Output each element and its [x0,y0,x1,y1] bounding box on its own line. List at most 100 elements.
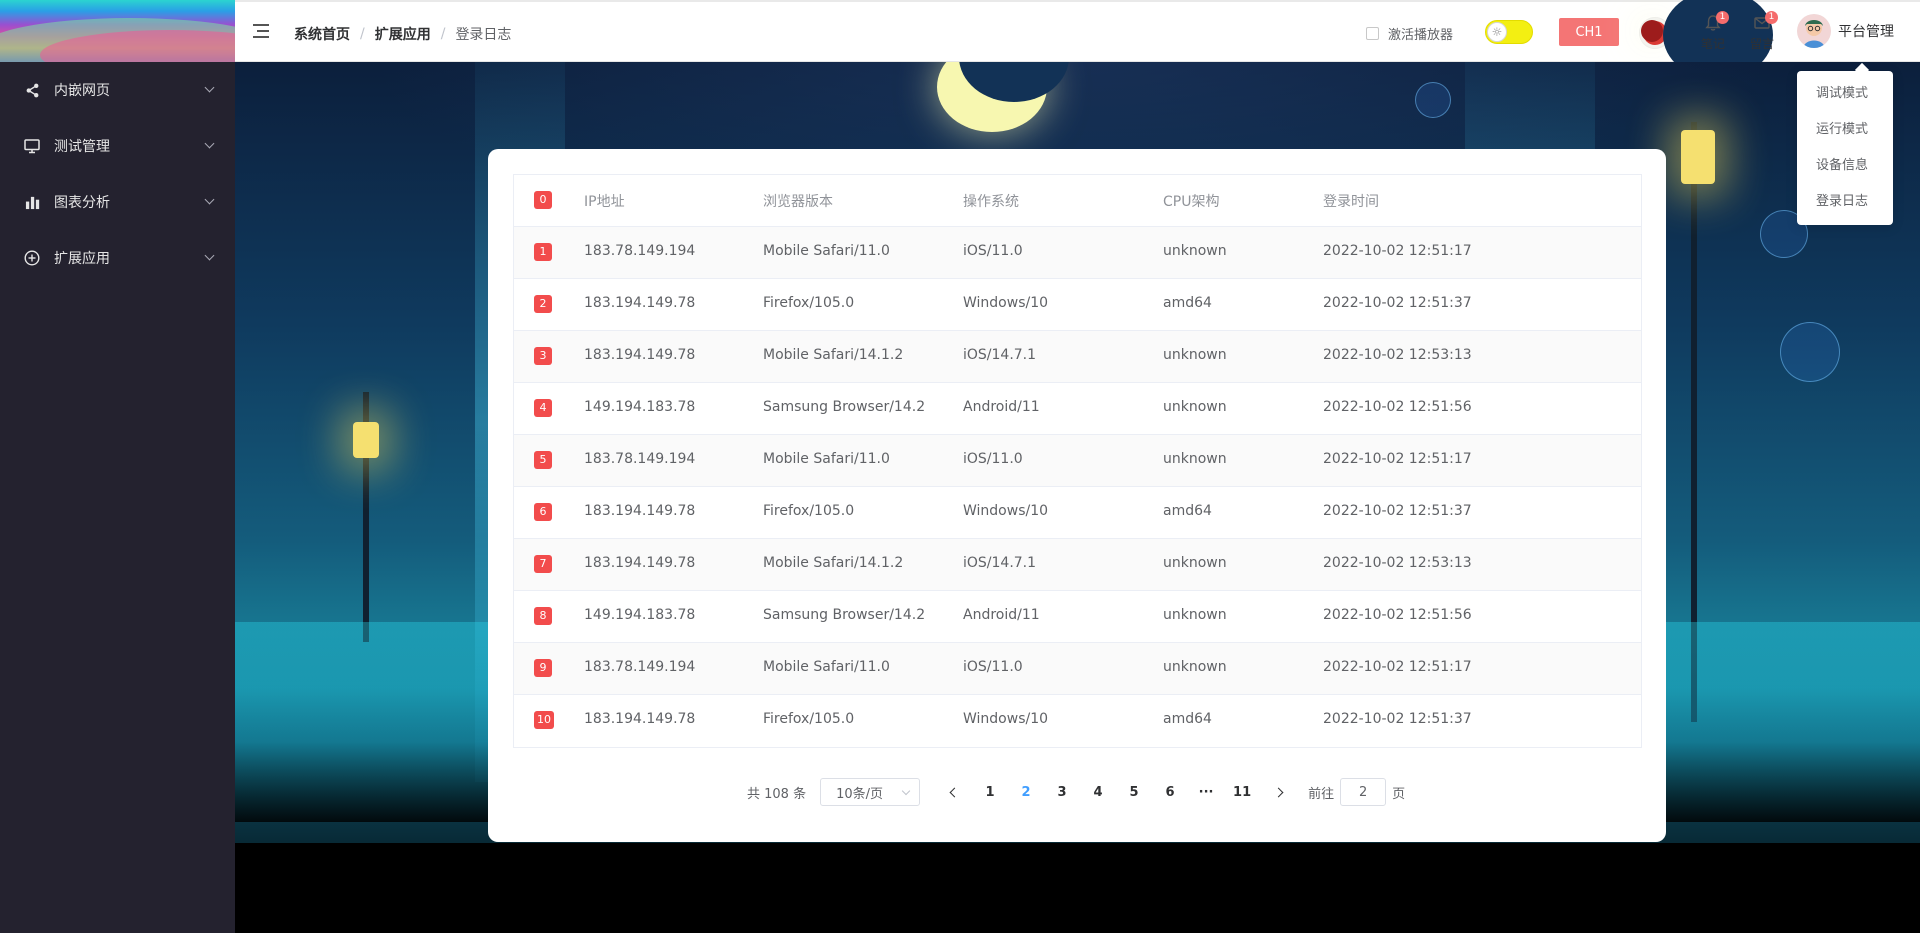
cell-cpu: unknown [1163,555,1227,571]
notes-button[interactable]: 1 笔记 [1693,11,1733,54]
cell-time: 2022-10-02 12:53:13 [1323,555,1472,571]
cell-browser: Mobile Safari/11.0 [763,659,890,675]
cell-time: 2022-10-02 12:51:56 [1323,607,1472,623]
cell-time: 2022-10-02 12:51:37 [1323,295,1472,311]
page-number-button[interactable]: 5 [1116,778,1152,806]
sidebar-item-label: 扩展应用 [54,251,110,267]
messages-button[interactable]: 1 留言 [1742,11,1782,54]
cell-cpu: amd64 [1163,711,1212,727]
chevron-down-icon [204,250,215,261]
chevron-right-icon [1273,787,1284,797]
sidebar-item-label: 图表分析 [54,195,110,211]
index-badge: 4 [534,399,552,417]
dropdown-item-login-log[interactable]: 登录日志 [1797,184,1893,220]
activate-player-checkbox[interactable]: 激活播放器 [1366,24,1453,43]
cell-time: 2022-10-02 12:53:13 [1323,347,1472,363]
user-name: 平台管理 [1838,24,1894,40]
index-badge: 9 [534,659,552,677]
messages-label: 留言 [1749,37,1774,51]
lamp-light [1681,130,1715,184]
index-cell: 2 [534,295,552,313]
cell-ip: 183.78.149.194 [584,451,696,467]
page-number-button[interactable]: 1 [972,778,1008,806]
cell-ip: 183.78.149.194 [584,659,696,675]
index-badge: 0 [534,191,552,209]
sidebar-item-test-management[interactable]: 测试管理 [0,118,235,174]
table-row: 3 183.194.149.78 Mobile Safari/14.1.2 iOS/1… [514,331,1641,383]
logo [0,0,235,62]
breadcrumb-home[interactable]: 系统首页 [294,24,350,44]
breadcrumb-extended-apps[interactable]: 扩展应用 [375,24,431,44]
page-jump-input[interactable] [1340,778,1387,806]
table-header-row: 0 IP地址 浏览器版本 操作系统 CPU架构 登录时间 [514,175,1641,227]
ground-illustration [235,843,1920,933]
breadcrumb-separator: / [360,26,365,42]
monitor-icon [24,138,40,154]
table-row: 5 183.78.149.194 Mobile Safari/11.0 iOS/11.… [514,435,1641,487]
menu-toggle-icon[interactable] [253,24,269,38]
channel-button[interactable]: CH1 [1559,18,1619,46]
cell-ip: 183.194.149.78 [584,711,696,727]
page-ellipsis[interactable]: ··· [1188,778,1224,806]
breadcrumb-separator: / [440,26,446,42]
jump-prefix: 前往 [1308,786,1335,802]
theme-toggle[interactable]: ☼ [1485,20,1533,44]
page-size-select[interactable]: 10条/页 [820,778,921,806]
moon-illustration [937,62,1069,132]
index-badge: 7 [534,555,552,573]
chevron-down-icon [901,786,911,796]
header-browser: 浏览器版本 [763,194,833,210]
checkbox-box[interactable] [1366,27,1379,40]
sidebar-item-label: 内嵌网页 [54,83,110,99]
page-number-button[interactable]: 6 [1152,778,1188,806]
breadcrumb-login-log: 登录日志 [455,27,512,43]
chevron-down-icon [204,82,215,93]
cell-time: 2022-10-02 12:51:17 [1323,659,1472,675]
sidebar-item-embedded-web[interactable]: 内嵌网页 [0,62,235,118]
prev-page-button[interactable] [936,778,972,806]
cell-os: Windows/10 [963,503,1049,519]
index-cell: 0 [534,191,552,209]
index-cell: 10 [534,711,554,729]
dropdown-item-device-info[interactable]: 设备信息 [1797,148,1893,184]
cell-os: iOS/14.7.1 [963,555,1037,571]
page-number-button[interactable]: 4 [1080,778,1116,806]
sidebar-menu: 内嵌网页 测试管理 图表分析 扩展应用 [0,62,235,286]
table-row: 6 183.194.149.78 Firefox/105.0 Windows/10 am… [514,487,1641,539]
lamp-light [353,422,379,458]
sun-icon: ☼ [1487,22,1507,42]
page-number-button[interactable]: 3 [1044,778,1080,806]
cell-cpu: unknown [1163,451,1227,467]
cell-cpu: unknown [1163,347,1227,363]
cell-time: 2022-10-02 12:51:37 [1323,503,1472,519]
cell-browser: Mobile Safari/14.1.2 [763,555,904,571]
index-cell: 5 [534,451,552,469]
sidebar-item-extended-apps[interactable]: 扩展应用 [0,230,235,286]
cell-os: iOS/11.0 [963,659,1023,675]
index-badge: 3 [534,347,552,365]
avatar [1797,14,1831,48]
page-number-button[interactable]: 11 [1224,778,1260,806]
dropdown-item-run-mode[interactable]: 运行模式 [1797,112,1893,148]
table-row: 8 149.194.183.78 Samsung Browser/14.2 Andro… [514,591,1641,643]
next-page-button[interactable] [1260,778,1296,806]
table-row: 7 183.194.149.78 Mobile Safari/14.1.2 iOS/1… [514,539,1641,591]
header-cpu: CPU架构 [1163,194,1220,210]
cell-os: Windows/10 [963,295,1049,311]
cell-ip: 183.78.149.194 [584,243,696,259]
login-log-card: 0 IP地址 浏览器版本 操作系统 CPU架构 登录时间 1 183.78.149.194 Mo… [488,149,1666,842]
page-number-button[interactable]: 2 [1008,778,1044,806]
record-button[interactable] [1639,0,1773,80]
breadcrumb: 系统首页 / 扩展应用 / 登录日志 [294,24,511,44]
cell-os: Android/11 [963,399,1040,415]
user-menu[interactable]: 平台管理 [1797,14,1894,48]
bubble [1415,82,1451,118]
pagination-total: 共 108 条 [747,786,807,802]
cell-browser: Samsung Browser/14.2 [763,607,926,623]
chevron-down-icon [204,138,215,149]
dropdown-item-debug-mode[interactable]: 调试模式 [1797,76,1893,112]
login-log-table: 0 IP地址 浏览器版本 操作系统 CPU架构 登录时间 1 183.78.149.194 Mo… [513,174,1642,748]
sidebar-item-chart-analysis[interactable]: 图表分析 [0,174,235,230]
cell-time: 2022-10-02 12:51:17 [1323,243,1472,259]
cell-ip: 183.194.149.78 [584,295,696,311]
